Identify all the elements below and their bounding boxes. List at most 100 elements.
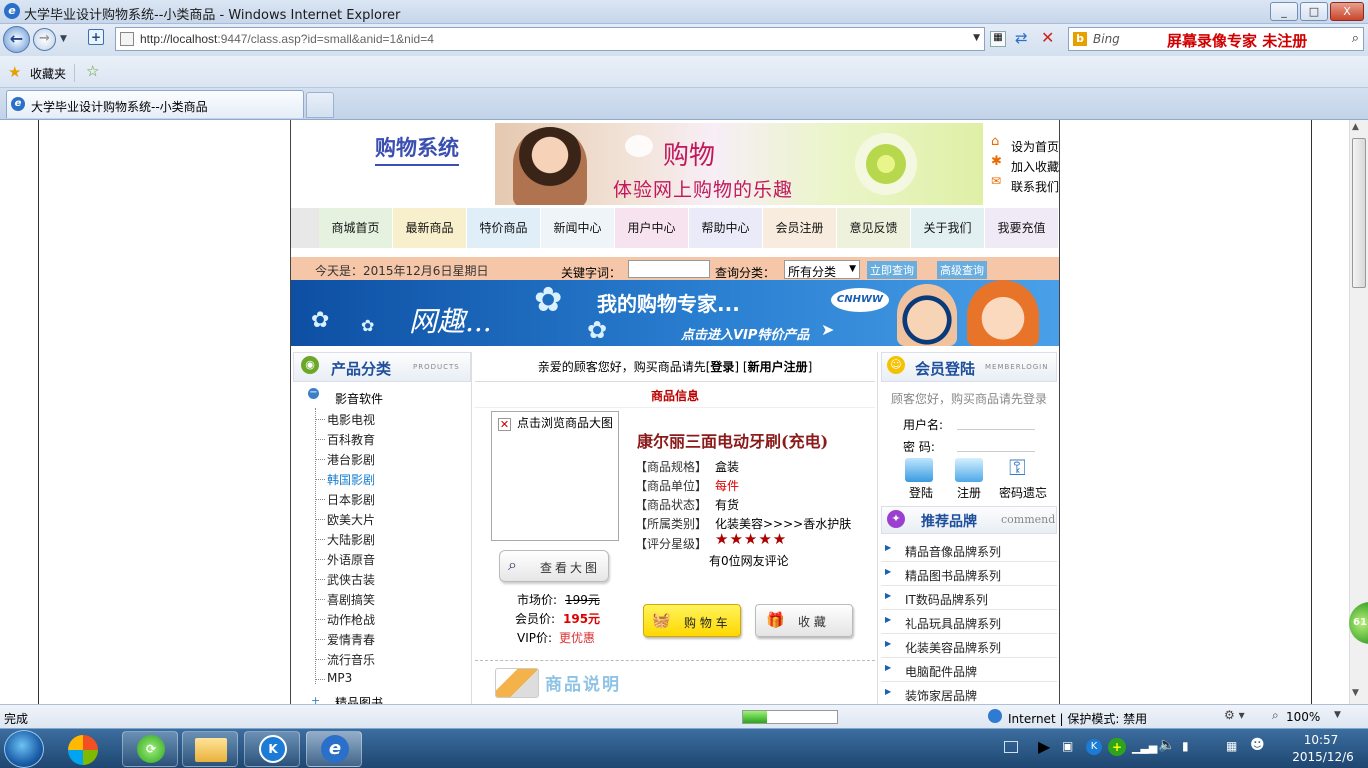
login-link[interactable]: 登录 (710, 360, 734, 374)
expand-icon[interactable]: + (311, 694, 320, 704)
nav-about[interactable]: 关于我们 (911, 208, 985, 248)
brand-row[interactable]: ▶ 精品音像品牌系列 (881, 538, 1057, 562)
key-icon[interactable]: ⚿ (1009, 456, 1033, 482)
tab-current[interactable]: e 大学毕业设计购物系统--小类商品 (6, 90, 304, 118)
nav-recharge[interactable]: 我要充值 (985, 208, 1059, 248)
minimize-button[interactable]: _ (1270, 2, 1298, 21)
register-button[interactable]: 注册 (957, 484, 981, 501)
next-category-group[interactable]: 精品图书 (335, 694, 383, 704)
nav-feedback[interactable]: 意见反馈 (837, 208, 911, 248)
refresh-icon[interactable]: ⇄ (1015, 29, 1028, 47)
scroll-down-icon[interactable]: ▼ (1352, 688, 1359, 698)
nav-help[interactable]: 帮助中心 (689, 208, 763, 248)
set-homepage-link[interactable]: 设为首页 (1011, 138, 1059, 155)
register-icon[interactable] (955, 458, 983, 482)
collapse-icon[interactable]: − (308, 388, 319, 399)
scroll-thumb[interactable] (1352, 138, 1366, 288)
register-link[interactable]: 新用户注册 (748, 360, 808, 374)
volume-icon[interactable]: 🔈 (1158, 737, 1175, 753)
taskbar-app-button[interactable]: K (244, 731, 300, 767)
start-button[interactable] (4, 730, 44, 768)
category-item[interactable]: 电影电视 (327, 411, 375, 428)
category-item[interactable]: MP3 (327, 671, 352, 685)
protected-mode-icon[interactable]: ⚙ ▾ (1224, 708, 1245, 722)
view-big-image-button[interactable]: ⌕ 查看大图 (499, 550, 609, 582)
category-group[interactable]: 影音软件 (335, 390, 383, 407)
forward-arrow-icon[interactable]: → (33, 28, 56, 51)
compat-view-icon[interactable]: ▦ (990, 31, 1006, 47)
address-dropdown-icon[interactable]: ▼ (973, 33, 980, 43)
stop-icon[interactable]: ✕ (1041, 28, 1054, 47)
tray-app-icon[interactable]: ▮ (1182, 739, 1189, 753)
brand-row[interactable]: ▶ 化装美容品牌系列 (881, 634, 1057, 658)
review-count[interactable]: 有0位网友评论 (709, 552, 789, 569)
nav-news[interactable]: 新闻中心 (541, 208, 615, 248)
contact-link[interactable]: 联系我们 (1011, 178, 1059, 195)
play-icon[interactable]: ▶ (1038, 737, 1050, 756)
category-item[interactable]: 外语原音 (327, 551, 375, 568)
add-to-cart-button[interactable]: 🧺 购 物 车 (643, 604, 741, 637)
app-icon[interactable] (68, 735, 98, 765)
brand-item[interactable]: 化装美容品牌系列 (905, 639, 1001, 656)
nav-user[interactable]: 用户中心 (615, 208, 689, 248)
taskbar-app-button[interactable]: ⟳ (122, 731, 178, 767)
nav-home[interactable]: 商城首页 (319, 208, 393, 248)
login-icon[interactable] (905, 458, 933, 482)
search-now-button[interactable]: 立即查询 (867, 261, 917, 279)
category-select[interactable]: 所有分类 ▼ (784, 260, 860, 279)
clock-date[interactable]: 2015/12/6 (1286, 750, 1360, 764)
username-input[interactable] (957, 412, 1035, 430)
category-item[interactable]: 武侠古装 (327, 571, 375, 588)
nav-register[interactable]: 会员注册 (763, 208, 837, 248)
close-button[interactable]: X (1330, 2, 1364, 21)
brand-item[interactable]: 电脑配件品牌 (905, 663, 977, 680)
security-zone[interactable]: Internet | 保护模式: 禁用 (1008, 710, 1147, 727)
k-tray-icon[interactable]: K (1086, 739, 1102, 755)
category-item[interactable]: 韩国影剧 (327, 471, 375, 488)
category-item[interactable]: 港台影剧 (327, 451, 375, 468)
password-input[interactable] (957, 434, 1035, 452)
nav-new[interactable]: 最新商品 (393, 208, 467, 248)
add-favorite-link[interactable]: 加入收藏 (1011, 158, 1059, 175)
maximize-button[interactable]: □ (1300, 2, 1328, 21)
advanced-search-button[interactable]: 高级查询 (937, 261, 987, 279)
category-item[interactable]: 大陆影剧 (327, 531, 375, 548)
network-icon[interactable]: ▁▃▅ (1132, 741, 1157, 754)
brand-row[interactable]: ▶ 精品图书品牌系列 (881, 562, 1057, 586)
new-tab-button[interactable] (306, 92, 334, 118)
promo-banner[interactable]: ✿ ✿ ✿ ✿ 网趣... 我的购物专家... 点击进入VIP特价产品 ➤ CN… (291, 280, 1059, 346)
forgot-password-button[interactable]: 密码遗忘 (999, 484, 1047, 501)
category-item[interactable]: 欧美大片 (327, 511, 375, 528)
brand-item[interactable]: 精品图书品牌系列 (905, 567, 1001, 584)
zoom-level[interactable]: 100% (1286, 710, 1320, 724)
brand-item[interactable]: 精品音像品牌系列 (905, 543, 1001, 560)
brand-item[interactable]: IT数码品牌系列 (905, 591, 988, 608)
back-arrow-icon[interactable]: ← (3, 26, 30, 53)
category-item[interactable]: 爱情青春 (327, 631, 375, 648)
taskbar-ie-button[interactable]: e (306, 731, 362, 767)
brand-row[interactable]: ▶ IT数码品牌系列 (881, 586, 1057, 610)
category-item[interactable]: 百科教育 (327, 431, 375, 448)
site-logo[interactable]: 购物系统 (375, 132, 459, 166)
address-url[interactable]: http://localhost:9447/class.asp?id=small… (140, 32, 434, 46)
zoom-dropdown-icon[interactable]: ▼ (1334, 710, 1341, 720)
search-icon[interactable]: ⌕ (1352, 31, 1359, 46)
nav-special[interactable]: 特价商品 (467, 208, 541, 248)
taskbar-app-button[interactable] (182, 731, 238, 767)
category-item[interactable]: 流行音乐 (327, 651, 375, 668)
plus-tray-icon[interactable]: + (1108, 738, 1126, 756)
address-field[interactable]: http://localhost:9447/class.asp?id=small… (115, 27, 985, 51)
tray-screen-icon[interactable]: ▦ (1226, 739, 1237, 753)
qq-icon[interactable]: ☻ (1250, 737, 1265, 753)
keyboard-icon[interactable] (1004, 741, 1018, 753)
brand-item[interactable]: 礼品玩具品牌系列 (905, 615, 1001, 632)
brand-row[interactable]: ▶ 礼品玩具品牌系列 (881, 610, 1057, 634)
camera-icon[interactable]: ▣ (1062, 739, 1073, 753)
favorites-label[interactable]: 收藏夹 (30, 65, 66, 82)
history-dropdown-icon[interactable]: ▼ (60, 34, 67, 44)
add-favorite-icon[interactable]: ☆ (86, 62, 99, 80)
login-button[interactable]: 登陆 (909, 484, 933, 501)
add-site-icon[interactable]: + (88, 29, 104, 45)
category-item[interactable]: 日本影剧 (327, 491, 375, 508)
clock-time[interactable]: 10:57 (1298, 733, 1344, 747)
